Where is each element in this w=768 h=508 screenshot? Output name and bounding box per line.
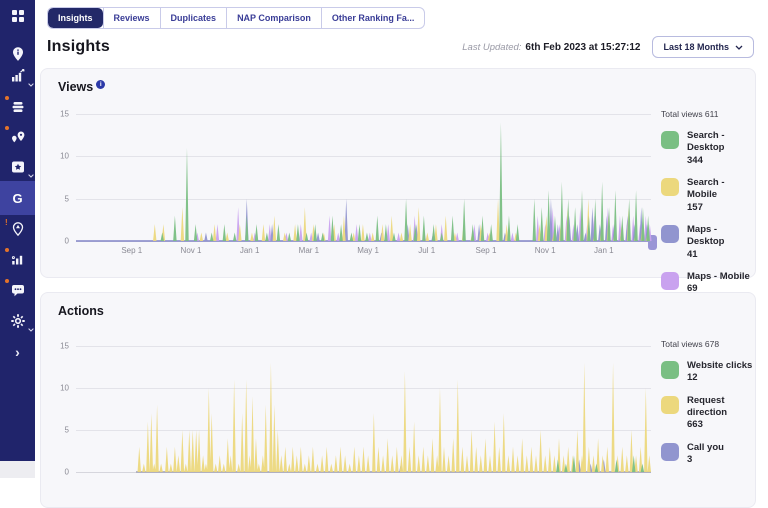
- sidebar-item-listings[interactable]: [0, 92, 35, 122]
- media-star-icon: [10, 159, 26, 175]
- x-axis-tick: Jan 1: [594, 246, 614, 255]
- chevron-down-icon: [28, 319, 34, 337]
- sidebar-item-google[interactable]: G: [0, 181, 35, 215]
- actions-legend: Total views 678 Website clicks12 Request…: [661, 339, 753, 476]
- legend-item-maps-desktop: Maps - Desktop41: [661, 224, 753, 261]
- legend-item-website-clicks: Website clicks12: [661, 360, 753, 385]
- legend-item-search-desktop: Search - Desktop344: [661, 130, 753, 167]
- legend-item-call-you: Call you3: [661, 442, 753, 467]
- legend-swatch: [661, 361, 679, 379]
- tab-nap-comparison[interactable]: NAP Comparison: [226, 8, 321, 28]
- notification-dot: [5, 248, 9, 252]
- x-axis-tick: Mar 1: [299, 246, 319, 255]
- layers-icon: [10, 99, 26, 115]
- x-axis-tick: Nov 1: [181, 246, 202, 255]
- legend-item-search-mobile: Search - Mobile157: [661, 177, 753, 214]
- signal-bars-icon: [10, 251, 26, 267]
- views-legend: Total views 611 Search - Desktop344 Sear…: [661, 109, 753, 306]
- y-axis-tick: 15: [60, 110, 69, 119]
- x-axis-tick: May 1: [357, 246, 379, 255]
- period-dropdown[interactable]: Last 18 Months: [652, 36, 754, 58]
- navigation-pin-icon: [10, 221, 26, 237]
- grid-icon: [10, 8, 26, 24]
- tab-bar: Insights Reviews Duplicates NAP Comparis…: [47, 7, 425, 29]
- legend-swatch: [661, 178, 679, 196]
- views-card: Viewsi 151050Sep 1Nov 1Jan 1Mar 1May 1Ju…: [40, 68, 756, 278]
- chart-bars: [76, 114, 651, 241]
- legend-swatch: [661, 225, 679, 243]
- chevron-down-icon: [28, 74, 34, 92]
- page-header: Insights Last Updated: 6th Feb 2023 at 15…: [47, 36, 754, 58]
- x-axis-tick: Jul 1: [418, 246, 435, 255]
- y-axis-tick: 0: [65, 237, 69, 246]
- sidebar-expand-button[interactable]: ›: [0, 337, 35, 367]
- views-plot: 151050Sep 1Nov 1Jan 1Mar 1May 1Jul 1Sep …: [76, 114, 651, 241]
- legend-swatch: [661, 396, 679, 414]
- x-axis-tick: Nov 1: [535, 246, 556, 255]
- chart-bars: [76, 346, 651, 472]
- actions-card: Actions 151050 Total views 678 Website c…: [40, 292, 756, 508]
- chevron-right-icon: ›: [15, 345, 20, 359]
- sidebar-item-apps[interactable]: [0, 1, 35, 31]
- last-updated: Last Updated: 6th Feb 2023 at 15:27:12: [462, 42, 640, 53]
- actions-total: Total views 678: [661, 339, 753, 349]
- x-axis-tick: Sep 1: [476, 246, 497, 255]
- sidebar: G ! ›: [0, 0, 35, 461]
- sidebar-footer: [0, 461, 35, 478]
- alert-icon: !: [5, 219, 8, 227]
- tab-other-ranking[interactable]: Other Ranking Fa...: [321, 8, 425, 28]
- y-axis-tick: 5: [65, 426, 69, 435]
- y-axis-tick: 0: [65, 468, 69, 477]
- legend-swatch: [661, 131, 679, 149]
- y-axis-tick: 5: [65, 194, 69, 203]
- legend-swatch: [661, 272, 679, 290]
- sidebar-item-settings[interactable]: [0, 306, 35, 336]
- location-pin-icon: [10, 46, 26, 62]
- gear-icon: [10, 313, 26, 329]
- period-dropdown-label: Last 18 Months: [663, 42, 729, 52]
- chevron-down-icon: [735, 45, 743, 50]
- sidebar-item-analytics[interactable]: [0, 61, 35, 91]
- y-axis-tick: 15: [60, 342, 69, 351]
- sidebar-item-reports[interactable]: [0, 244, 35, 274]
- map-pins-icon: [10, 129, 26, 145]
- sidebar-item-local-maps[interactable]: [0, 122, 35, 152]
- sidebar-item-rank-tracker[interactable]: !: [0, 214, 35, 244]
- x-axis-tick: Jan 1: [240, 246, 260, 255]
- actions-card-title: Actions: [58, 304, 104, 318]
- tab-reviews[interactable]: Reviews: [103, 8, 160, 28]
- legend-swatch: [661, 443, 679, 461]
- last-updated-value: 6th Feb 2023 at 15:27:12: [525, 42, 640, 53]
- views-total: Total views 611: [661, 109, 753, 119]
- chat-icon: [10, 282, 26, 298]
- sidebar-item-media[interactable]: [0, 152, 35, 182]
- main-content: Insights Reviews Duplicates NAP Comparis…: [35, 0, 768, 478]
- page-title: Insights: [47, 38, 110, 56]
- y-axis-tick: 10: [60, 152, 69, 161]
- sidebar-item-messages[interactable]: [0, 275, 35, 305]
- info-icon[interactable]: i: [96, 80, 105, 89]
- views-card-title: Viewsi: [58, 80, 105, 94]
- legend-item-request-direction: Request direction663: [661, 395, 753, 432]
- tab-insights[interactable]: Insights: [48, 8, 103, 28]
- y-axis-tick: 10: [60, 384, 69, 393]
- actions-plot: 151050: [76, 346, 651, 472]
- notification-dot: [5, 126, 9, 130]
- notification-dot: [5, 96, 9, 100]
- x-axis-tick: Sep 1: [121, 246, 142, 255]
- google-g-icon: G: [12, 191, 22, 206]
- tab-duplicates[interactable]: Duplicates: [160, 8, 227, 28]
- notification-dot: [5, 279, 9, 283]
- last-updated-label: Last Updated:: [462, 42, 521, 53]
- bar-chart-icon: [10, 68, 26, 84]
